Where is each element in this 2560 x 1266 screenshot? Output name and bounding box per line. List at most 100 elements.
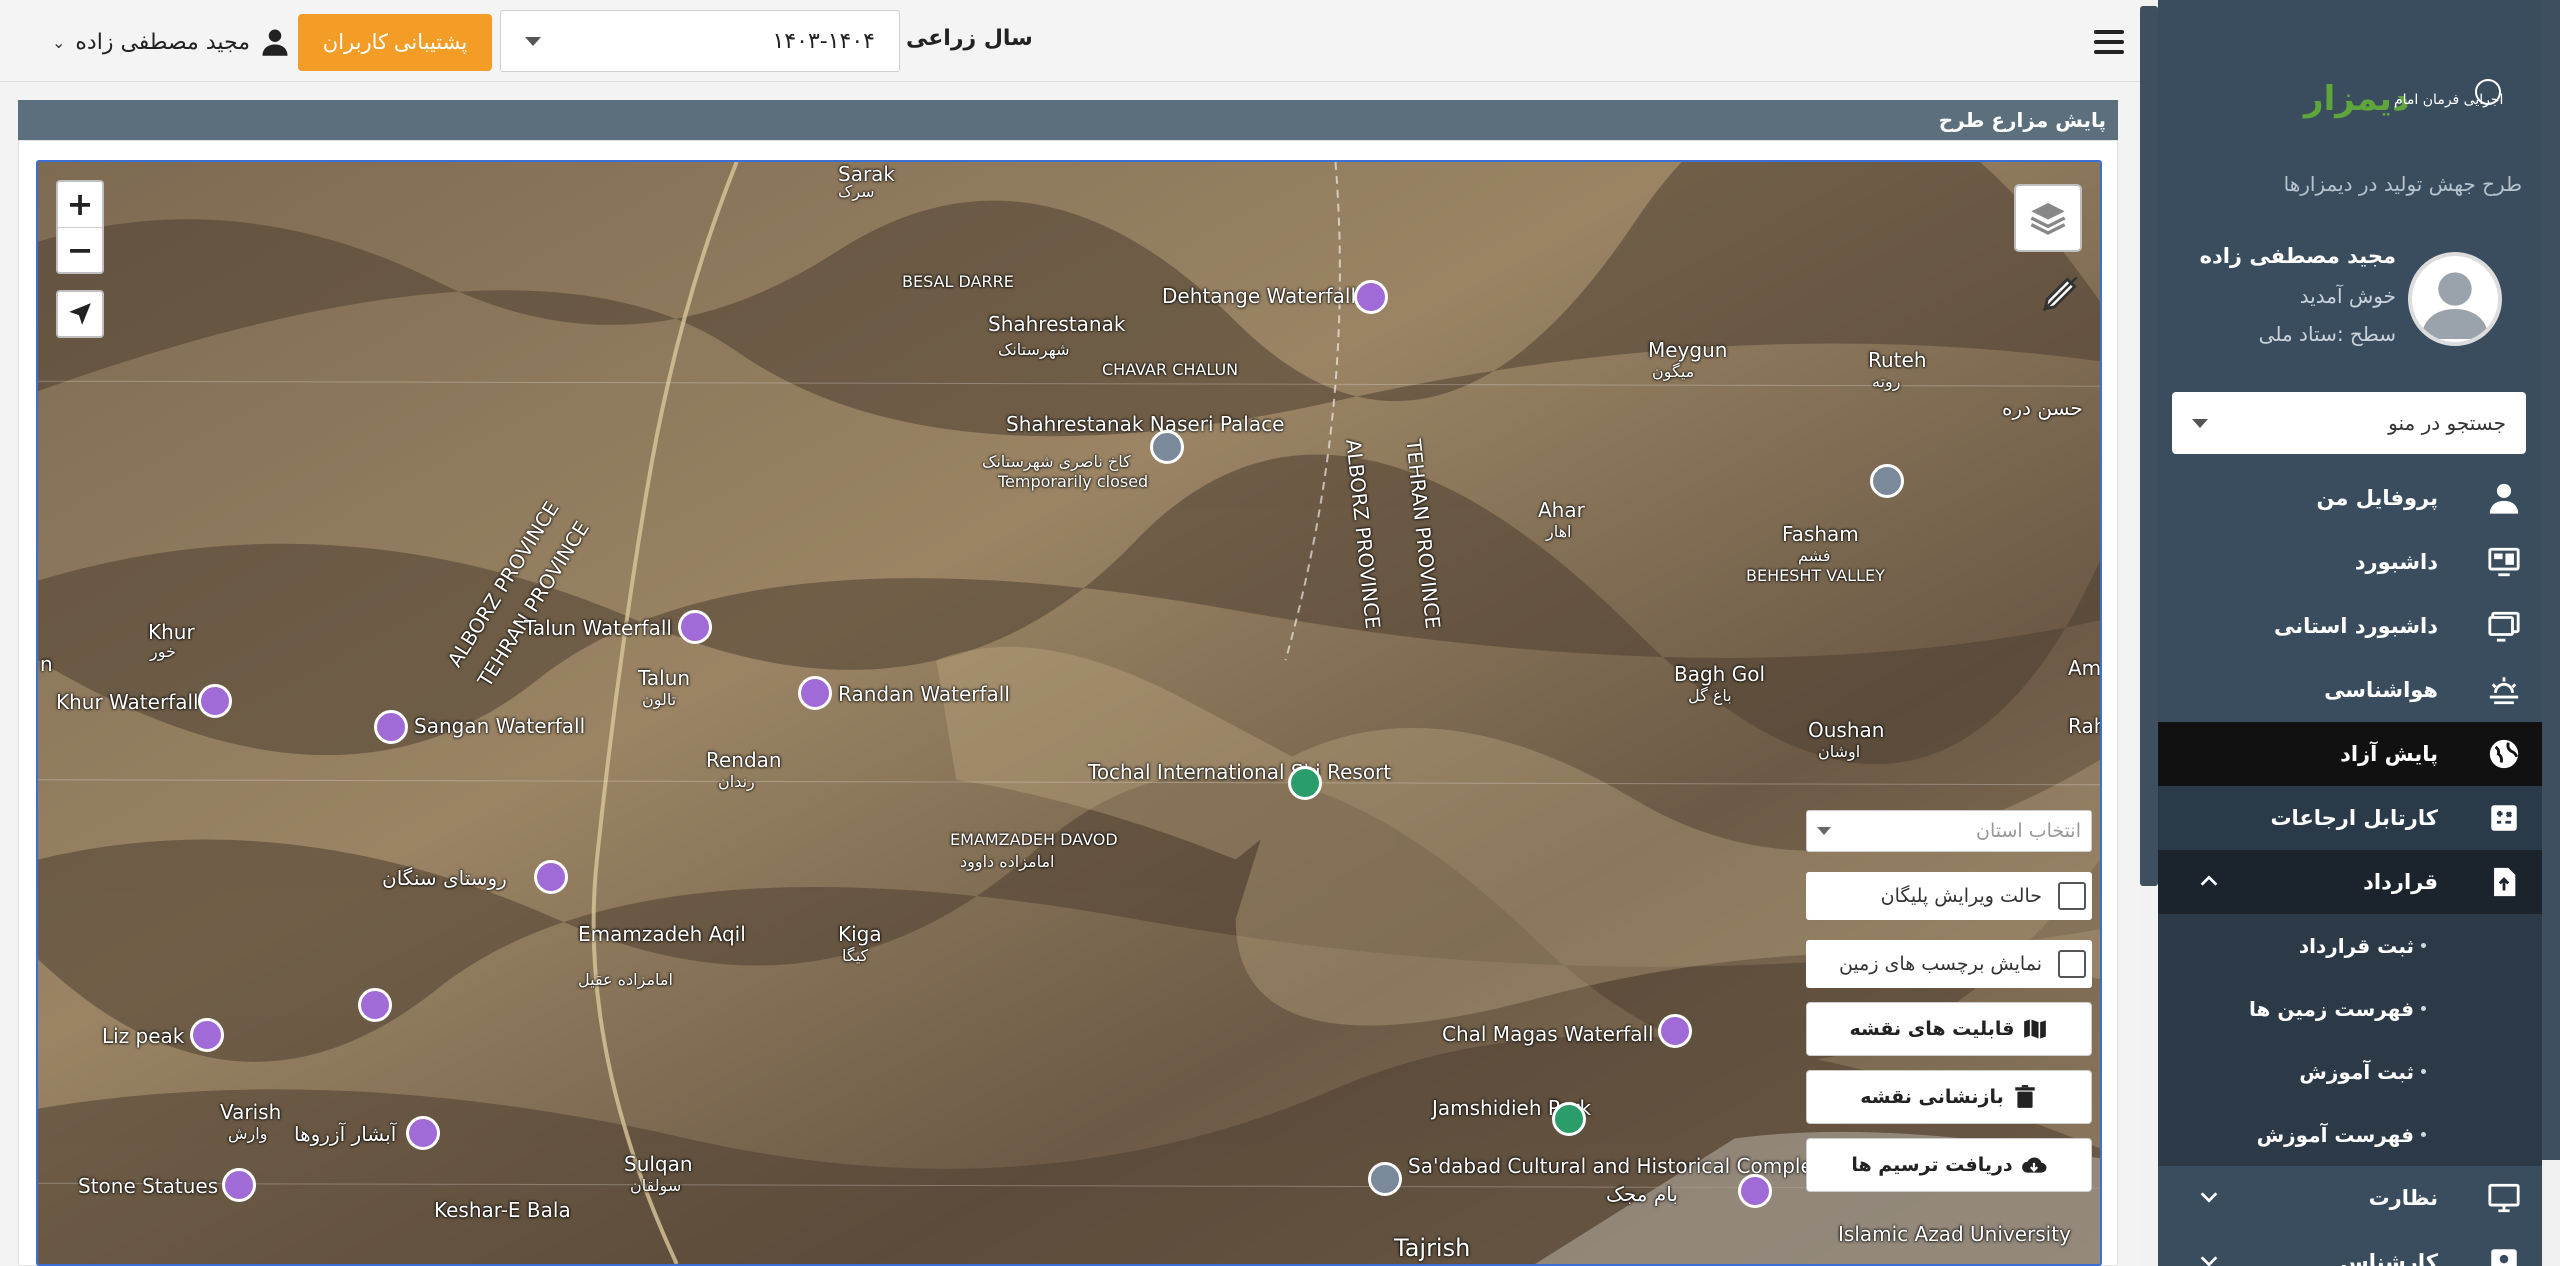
map-place-label: روته [1872, 372, 1901, 391]
submenu-item-training-list[interactable]: فهرست آموزش [2158, 1103, 2542, 1166]
expert-icon [2484, 1242, 2524, 1266]
sidebar-item-supervision[interactable]: نظارت [2158, 1166, 2542, 1230]
referral-icon [2484, 798, 2524, 838]
peak-pin-icon[interactable] [190, 1018, 224, 1052]
place-pin-icon[interactable] [1738, 1174, 1772, 1208]
chevron-down-icon [2200, 1256, 2218, 1266]
map-place-label: خور [150, 642, 176, 661]
hamburger-menu-icon[interactable] [2094, 30, 2124, 54]
sidebar-welcome: خوش آمدید [2299, 284, 2396, 308]
locate-button[interactable] [56, 290, 104, 338]
monument-pin-icon[interactable] [222, 1168, 256, 1202]
zoom-out-button[interactable]: − [58, 226, 102, 272]
layers-icon [2030, 203, 2066, 235]
map-place-label: Rah [2068, 714, 2100, 738]
waterfall-pin-icon[interactable] [198, 684, 232, 718]
satellite-map[interactable]: Sarak سرک BESAL DARRE Shahrestanak شهرست… [36, 160, 2102, 1266]
sidebar-scrollbar[interactable] [2542, 0, 2560, 1266]
map-place-label: رندان [718, 772, 755, 791]
user-support-button[interactable]: پشتیبانی کاربران [298, 14, 492, 71]
sidebar-item-expert[interactable]: کارشناس [2158, 1230, 2542, 1266]
map-place-label: Tochal International Ski Resort [1088, 760, 1392, 784]
map-place-label: آبشار آزروها [294, 1122, 397, 1146]
province-select[interactable]: انتخاب استان [1806, 810, 2092, 852]
sidebar-item-provincial-dashboard[interactable]: داشبورد استانی [2158, 594, 2542, 658]
map-place-label: EMAMZADEH DAVOD [950, 830, 1118, 849]
sidebar-item-referrals[interactable]: کارتابل ارجاعات [2158, 786, 2542, 850]
place-pin-icon[interactable] [1870, 464, 1904, 498]
sidebar-item-weather[interactable]: هواشناسی [2158, 658, 2542, 722]
place-pin-icon[interactable] [358, 988, 392, 1022]
map-tools-panel: انتخاب استان حالت ویرایش پلیگان نمایش بر… [1806, 810, 2092, 1192]
map-place-label: Shahrestanak Naseri Palace [1006, 412, 1285, 436]
download-drawings-label: دریافت ترسیم ها [1851, 1154, 2013, 1176]
map-place-label: BESAL DARRE [902, 272, 1014, 291]
ski-resort-pin-icon[interactable] [1288, 766, 1322, 800]
submenu-item-register-training[interactable]: ثبت آموزش [2158, 1040, 2542, 1103]
map-place-label: Am [2068, 656, 2102, 680]
trash-icon [2014, 1085, 2035, 1108]
submenu-item-register-contract[interactable]: ثبت قرارداد [2158, 914, 2542, 977]
map-features-button[interactable]: قابلیت های نقشه [1806, 1002, 2092, 1056]
edit-polygon-toggle[interactable]: حالت ویرایش پلیگان [1806, 872, 2092, 920]
map-place-label: حسن دره [2002, 396, 2083, 420]
show-labels-checkbox[interactable] [2058, 950, 2086, 978]
map-place-label: Oushan [1808, 718, 1885, 742]
show-labels-toggle[interactable]: نمایش برچسب های زمین [1806, 940, 2092, 988]
park-pin-icon[interactable] [1552, 1102, 1586, 1136]
sidebar-item-label: کارتابل ارجاعات [2270, 806, 2438, 830]
sidebar-tagline: طرح جهش تولید در دیمزارها [2283, 172, 2522, 196]
layers-button[interactable] [2014, 184, 2082, 252]
map-place-label: سرک [838, 182, 875, 201]
sidebar-item-contract[interactable]: قرارداد [2158, 850, 2542, 914]
zoom-in-button[interactable]: + [58, 182, 102, 227]
sidebar-item-label: داشبورد استانی [2274, 614, 2438, 638]
sidebar-item-label: پایش آزاد [2340, 742, 2438, 766]
main-scrollbar-thumb[interactable] [2140, 6, 2158, 886]
draw-polygon-icon[interactable] [2038, 272, 2082, 316]
chevron-up-icon [2200, 875, 2218, 886]
waterfall-pin-icon[interactable] [406, 1116, 440, 1150]
crop-year-select[interactable]: ۱۴۰۳-۱۴۰۴ [500, 10, 900, 72]
sidebar-scrollbar-thumb[interactable] [2542, 0, 2560, 1160]
caret-down-icon [2192, 418, 2208, 428]
crop-year-label: سال زراعی [906, 26, 1033, 51]
panel-title: پایش مزارع طرح [18, 100, 2118, 140]
cloud-download-icon [2021, 1157, 2047, 1173]
waterfall-pin-icon[interactable] [678, 610, 712, 644]
village-pin-icon[interactable] [534, 860, 568, 894]
waterfall-pin-icon[interactable] [1354, 280, 1388, 314]
map-place-label: اوشان [1818, 742, 1861, 761]
map-place-label: شهرستانک [998, 340, 1070, 359]
edit-polygon-label: حالت ویرایش پلیگان [1880, 885, 2042, 907]
palace-pin-icon[interactable] [1150, 430, 1184, 464]
waterfall-pin-icon[interactable] [1658, 1014, 1692, 1048]
user-avatar-icon [2421, 272, 2489, 339]
waterfall-pin-icon[interactable] [798, 676, 832, 710]
map-place-label: روستای سنگان [382, 866, 507, 890]
map-place-label: Temporarily closed [998, 472, 1149, 491]
user-menu[interactable]: ⌄ مجید مصطفی زاده [52, 24, 290, 60]
map-place-label: Fasham [1782, 522, 1859, 546]
map-place-label: وارش [228, 1124, 268, 1143]
sidebar-item-free-monitoring[interactable]: پایش آزاد [2158, 722, 2542, 786]
avatar [2408, 252, 2502, 346]
sidebar-item-label: قرارداد [2363, 870, 2438, 894]
submenu-item-land-list[interactable]: فهرست زمین ها [2158, 977, 2542, 1040]
map-place-label: اهار [1546, 522, 1572, 541]
chevron-down-icon [2200, 1192, 2218, 1203]
sidebar-item-dashboard[interactable]: داشبورد [2158, 530, 2542, 594]
map-place-label: Sa'dabad Cultural and Historical Complex [1408, 1154, 1825, 1178]
menu-search-select[interactable]: جستجو در منو [2172, 392, 2526, 454]
edit-polygon-checkbox[interactable] [2058, 882, 2086, 910]
map-place-label: کاخ ناصری شهرستانک [982, 452, 1131, 471]
waterfall-pin-icon[interactable] [374, 710, 408, 744]
sidebar-item-profile[interactable]: پروفایل من [2158, 466, 2542, 530]
map-place-label: Talun [638, 666, 691, 690]
reset-map-button[interactable]: بازنشانی نقشه [1806, 1070, 2092, 1124]
sidebar-nav: پروفایل من داشبورد داشبورد استانی هواشنا… [2158, 466, 2542, 1266]
map-place-label: Ruteh [1868, 348, 1927, 372]
contract-submenu: ثبت قرارداد فهرست زمین ها ثبت آموزش فهرس… [2158, 914, 2542, 1166]
museum-pin-icon[interactable] [1368, 1162, 1402, 1196]
download-drawings-button[interactable]: دریافت ترسیم ها [1806, 1138, 2092, 1192]
